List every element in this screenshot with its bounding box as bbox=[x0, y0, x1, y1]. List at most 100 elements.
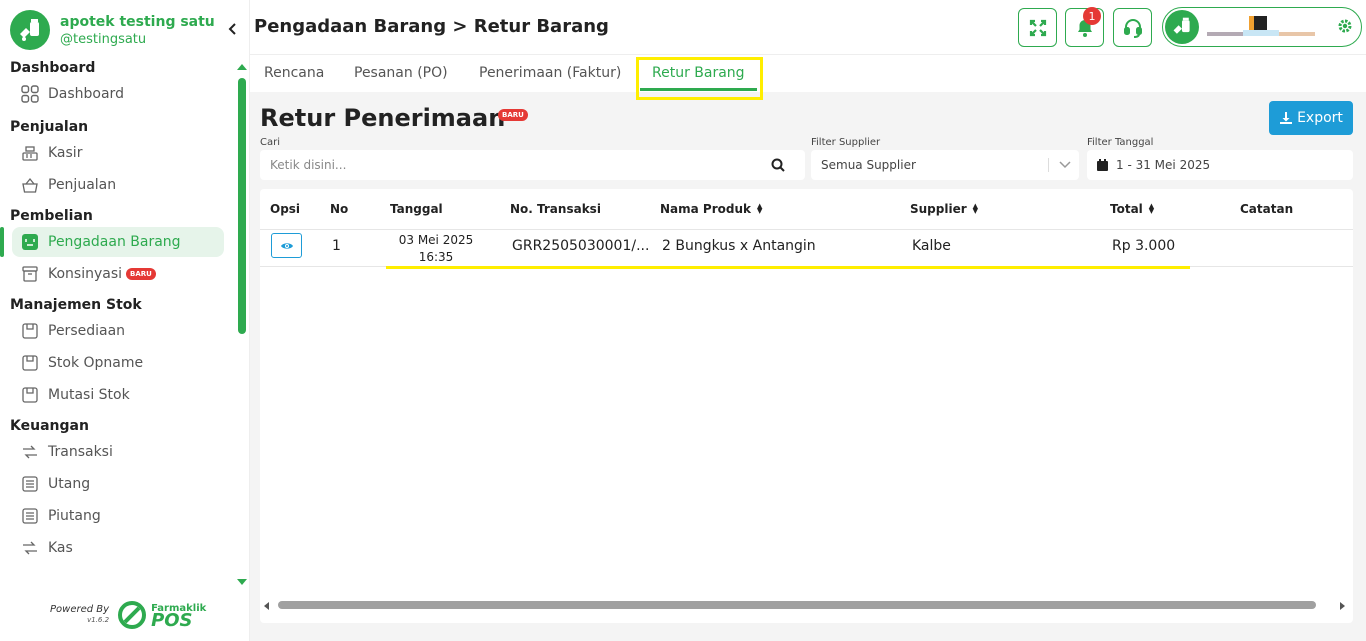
tab-pesanan-po[interactable]: Pesanan (PO) bbox=[354, 65, 448, 81]
sidebar-item-label: Dashboard bbox=[48, 86, 124, 102]
section-title-pembelian: Pembelian bbox=[10, 208, 93, 224]
sidebar-scrollbar[interactable] bbox=[236, 62, 248, 587]
search-icon[interactable] bbox=[771, 158, 785, 172]
date-filter-label: Filter Tanggal bbox=[1087, 137, 1154, 148]
tab-bar: Rencana Pesanan (PO) Penerimaan (Faktur)… bbox=[250, 55, 1366, 100]
user-profile-menu[interactable] bbox=[1162, 7, 1362, 47]
column-header-total[interactable]: Total ▲ ▼ bbox=[1110, 202, 1154, 216]
supplier-filter-select[interactable]: Semua Supplier bbox=[811, 150, 1079, 180]
export-label: Export bbox=[1297, 110, 1343, 126]
app-version: v1.6.2 bbox=[87, 616, 110, 624]
sidebar-menu: Dashboard Dashboard Penjualan Kasir Penj… bbox=[0, 58, 236, 588]
chevron-down-icon bbox=[1059, 161, 1071, 169]
section-title-manajemen-stok: Manajemen Stok bbox=[10, 297, 142, 313]
download-icon bbox=[1280, 112, 1293, 124]
sidebar-item-label: Persediaan bbox=[48, 323, 126, 339]
fullscreen-button[interactable] bbox=[1018, 8, 1057, 47]
collapse-sidebar-button[interactable] bbox=[228, 20, 238, 39]
store-handle: @testingsatu bbox=[60, 31, 147, 47]
search-label: Cari bbox=[260, 137, 280, 148]
farmaklik-logo-pos: POS bbox=[151, 610, 193, 631]
sidebar-item-kas[interactable]: Kas bbox=[12, 533, 224, 563]
ledger-icon bbox=[20, 506, 40, 526]
procurement-icon bbox=[20, 232, 40, 252]
new-badge: BARU bbox=[498, 109, 528, 121]
section-heading: Retur Penerimaan bbox=[260, 104, 506, 132]
notification-button[interactable]: 1 bbox=[1065, 7, 1104, 47]
column-header-nama-produk[interactable]: Nama Produk ▲ ▼ bbox=[660, 202, 762, 216]
table-horizontal-scrollbar[interactable] bbox=[260, 599, 1353, 613]
eye-icon bbox=[280, 242, 293, 249]
column-header-no: No bbox=[330, 202, 348, 216]
view-detail-button[interactable] bbox=[271, 233, 302, 258]
retur-panel: Retur Penerimaan BARU Export Cari Ketik … bbox=[260, 92, 1356, 641]
column-header-label: Tanggal bbox=[390, 202, 443, 216]
scroll-left-arrow-icon[interactable] bbox=[264, 602, 269, 610]
row-product-name: 2 Bungkus x Antangin bbox=[662, 238, 816, 254]
column-header-label: Nama Produk bbox=[660, 202, 751, 216]
scroll-up-arrow-icon[interactable] bbox=[237, 64, 247, 70]
column-header-supplier[interactable]: Supplier ▲ ▼ bbox=[910, 202, 978, 216]
column-header-label: Opsi bbox=[270, 202, 301, 216]
column-header-label: Supplier bbox=[910, 202, 967, 216]
transfer-icon bbox=[20, 538, 40, 558]
sidebar-item-mutasi-stok[interactable]: Mutasi Stok bbox=[12, 380, 224, 410]
sidebar-item-label: Piutang bbox=[48, 508, 101, 524]
table-header-divider bbox=[260, 229, 1353, 230]
sidebar-item-label: Konsinyasi bbox=[48, 266, 123, 282]
section-title-keuangan: Keuangan bbox=[10, 418, 89, 434]
powered-by: Powered By v1.6.2 Farmaklik POS bbox=[50, 600, 206, 630]
support-button[interactable] bbox=[1113, 8, 1152, 47]
export-button[interactable]: Export bbox=[1269, 101, 1353, 135]
row-date: 03 Mei 2025 16:35 bbox=[388, 232, 484, 266]
scroll-right-arrow-icon[interactable] bbox=[1340, 602, 1345, 610]
store-name: apotek testing satu bbox=[60, 13, 215, 30]
transfer-icon bbox=[20, 442, 40, 462]
scrollbar-thumb[interactable] bbox=[278, 601, 1316, 609]
row-number: 1 bbox=[332, 238, 341, 254]
tab-penerimaan-faktur[interactable]: Penerimaan (Faktur) bbox=[479, 65, 621, 81]
box-icon bbox=[20, 321, 40, 341]
headset-icon bbox=[1123, 18, 1142, 38]
column-header-no-transaksi: No. Transaksi bbox=[510, 202, 601, 216]
sidebar-item-pengadaan-barang[interactable]: Pengadaan Barang bbox=[0, 227, 224, 257]
row-supplier: Kalbe bbox=[912, 238, 951, 254]
date-filter-input[interactable]: 1 - 31 Mei 2025 bbox=[1087, 150, 1353, 180]
date-filter-value: 1 - 31 Mei 2025 bbox=[1116, 158, 1211, 172]
search-input[interactable]: Ketik disini... bbox=[260, 150, 805, 180]
gear-icon[interactable] bbox=[1337, 18, 1353, 38]
box-icon bbox=[20, 385, 40, 405]
farmaklik-logo: Farmaklik POS bbox=[117, 600, 206, 630]
sidebar-item-penjualan[interactable]: Penjualan bbox=[12, 170, 224, 200]
column-header-opsi: Opsi bbox=[270, 202, 300, 216]
select-divider bbox=[1048, 158, 1049, 172]
sidebar-item-persediaan[interactable]: Persediaan bbox=[12, 316, 224, 346]
column-header-tanggal: Tanggal bbox=[390, 202, 443, 216]
sidebar-item-stok-opname[interactable]: Stok Opname bbox=[12, 348, 224, 378]
sort-icon[interactable]: ▲ ▼ bbox=[1149, 203, 1154, 215]
sidebar-item-label: Kasir bbox=[48, 145, 83, 161]
sort-icon[interactable]: ▲ ▼ bbox=[973, 203, 978, 215]
brand: apotek testing satu @testingsatu bbox=[10, 10, 215, 50]
row-date-day: 03 Mei 2025 bbox=[398, 233, 474, 247]
sidebar-item-utang[interactable]: Utang bbox=[12, 469, 224, 499]
box-icon bbox=[20, 353, 40, 373]
sidebar-item-dashboard[interactable]: Dashboard bbox=[12, 79, 224, 109]
row-highlight-annotation bbox=[386, 266, 1190, 269]
column-header-label: No. Transaksi bbox=[510, 202, 601, 216]
grid-icon bbox=[20, 84, 40, 104]
scrollbar-thumb[interactable] bbox=[238, 78, 246, 334]
sidebar-item-konsinyasi[interactable]: Konsinyasi BARU bbox=[12, 259, 224, 289]
scroll-down-arrow-icon[interactable] bbox=[237, 579, 247, 585]
sidebar-item-kasir[interactable]: Kasir bbox=[12, 138, 224, 168]
sidebar-item-piutang[interactable]: Piutang bbox=[12, 501, 224, 531]
redacted-user-info bbox=[1207, 14, 1325, 40]
basket-icon bbox=[20, 175, 40, 195]
avatar bbox=[1165, 10, 1199, 44]
column-header-label: Catatan bbox=[1240, 202, 1294, 216]
main-content: Rencana Pesanan (PO) Penerimaan (Faktur)… bbox=[250, 55, 1366, 641]
sort-icon[interactable]: ▲ ▼ bbox=[757, 203, 762, 215]
tab-rencana[interactable]: Rencana bbox=[264, 65, 324, 81]
sidebar-item-transaksi[interactable]: Transaksi bbox=[12, 437, 224, 467]
sidebar-item-label: Utang bbox=[48, 476, 91, 492]
